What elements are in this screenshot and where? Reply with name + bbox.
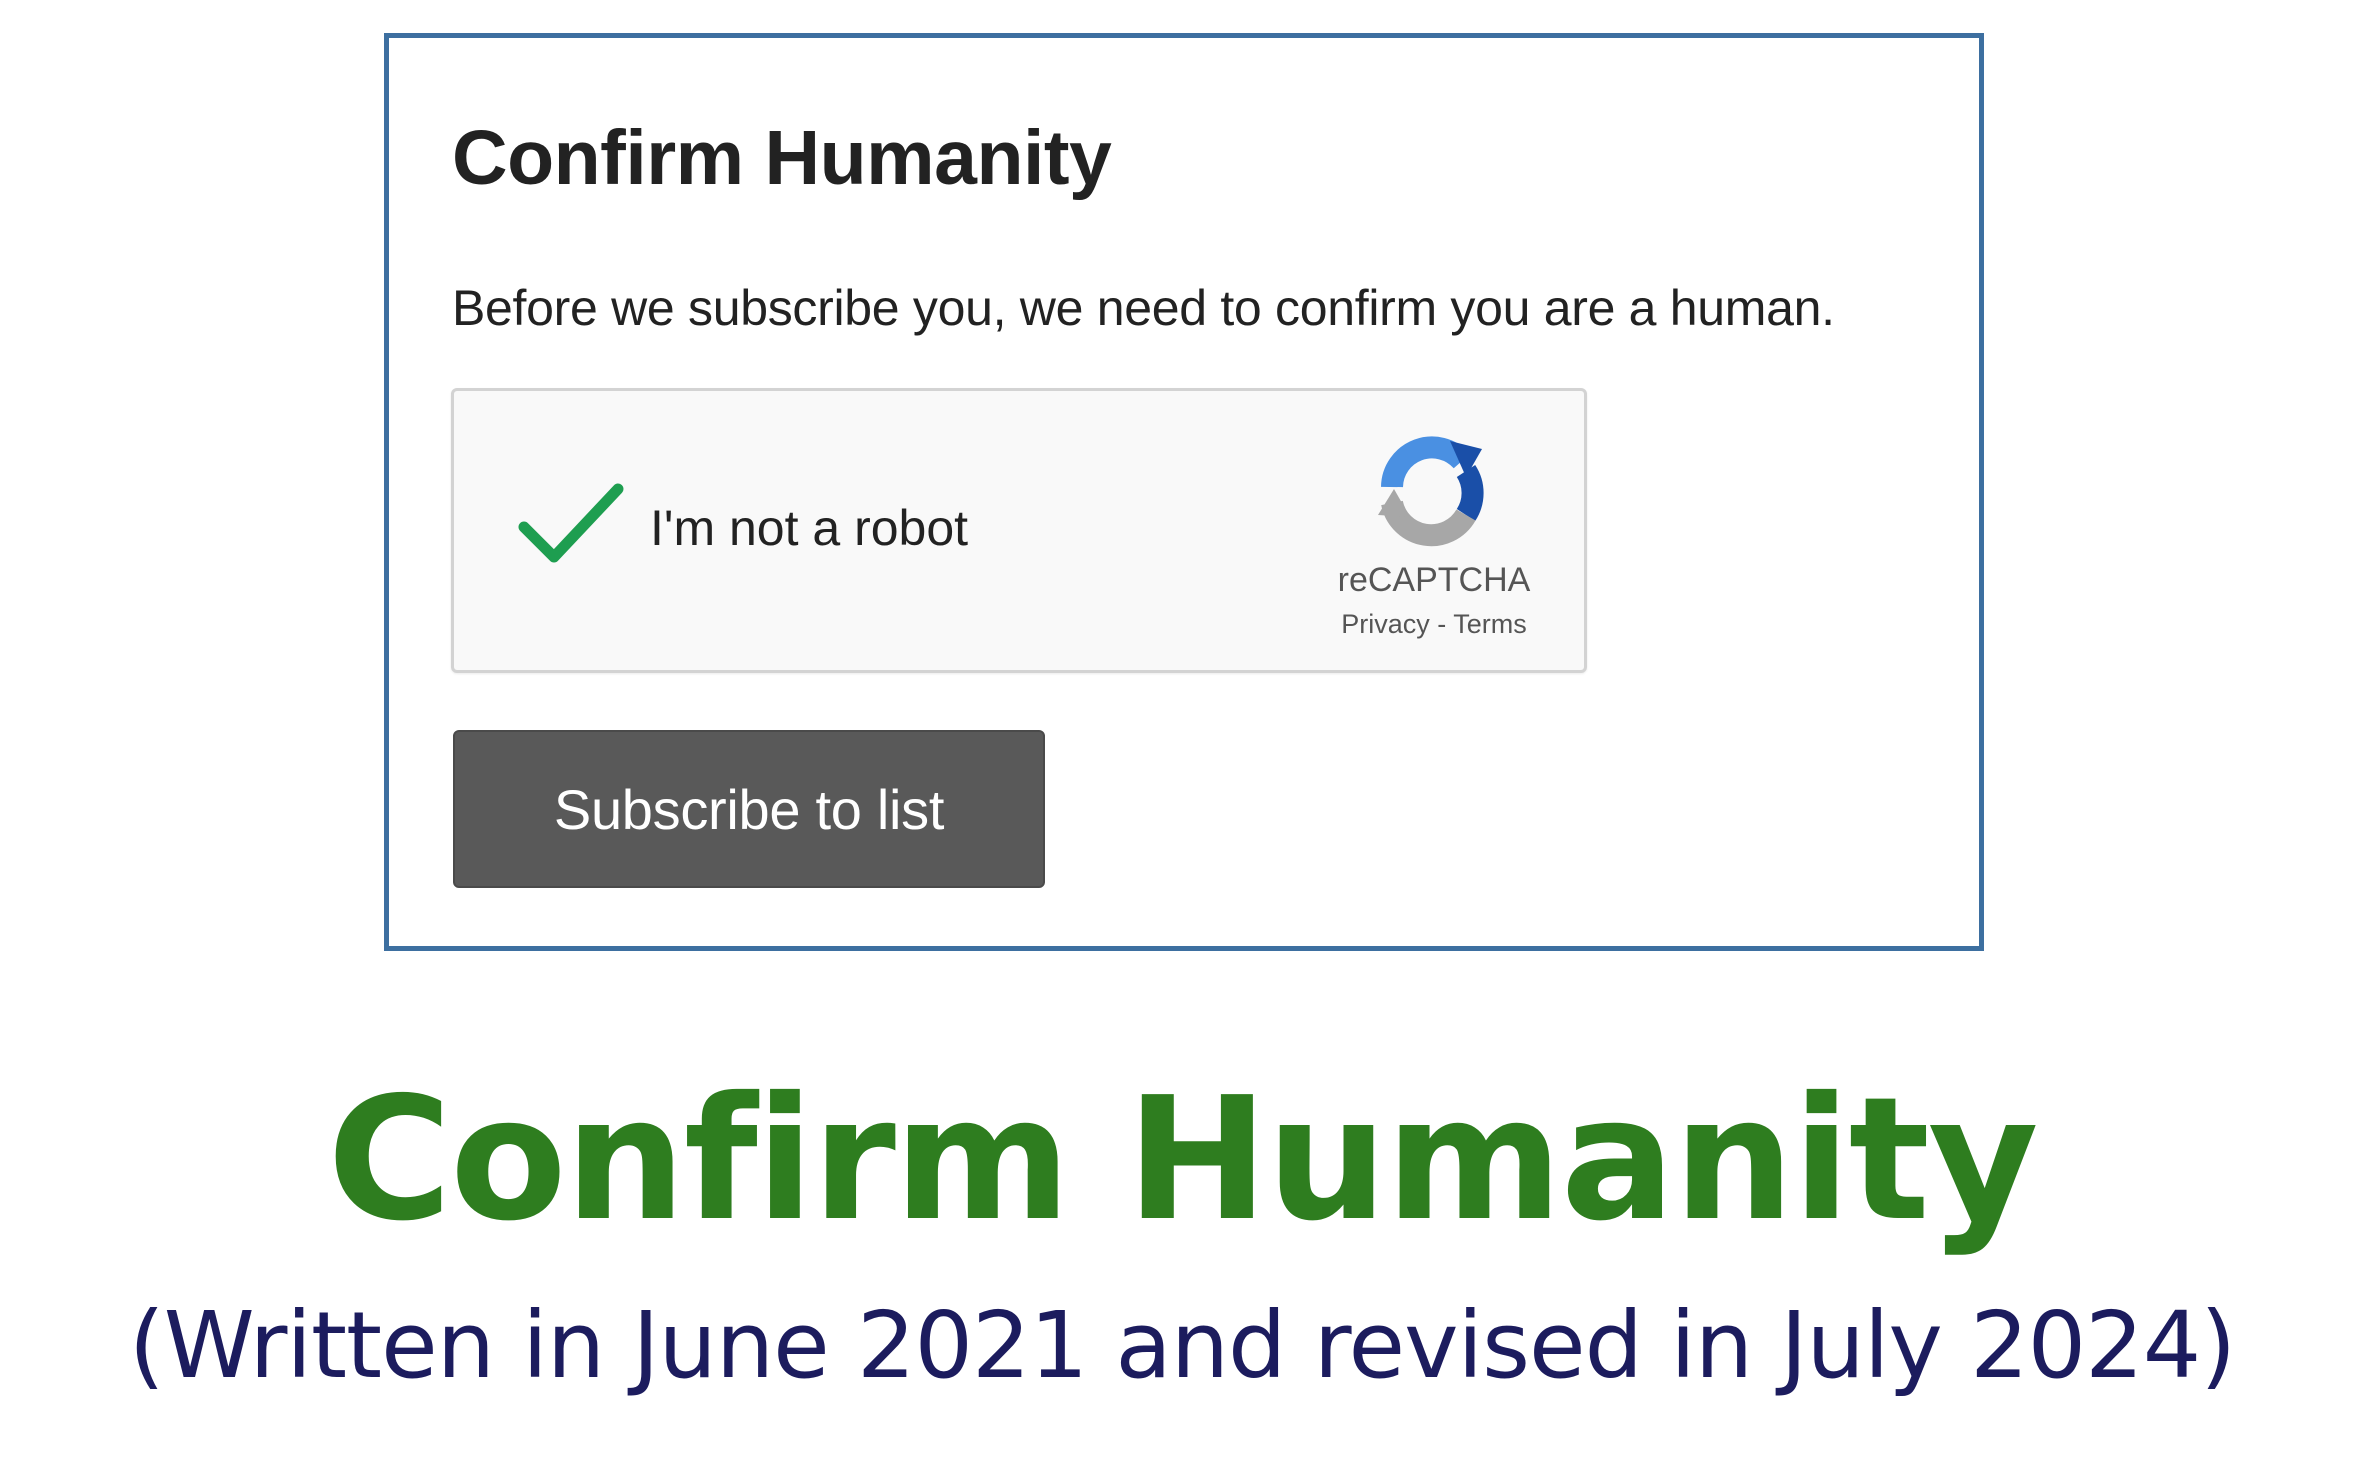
privacy-link[interactable]: Privacy [1341,609,1430,639]
captcha-label: I'm not a robot [650,500,969,556]
recaptcha-widget[interactable]: I'm not a robot reCAPTCHA Privacy - Term… [451,388,1587,673]
check-icon[interactable] [516,479,626,569]
recaptcha-brand: reCAPTCHA [1337,561,1531,599]
dialog-title: Confirm Humanity [452,115,1112,201]
recaptcha-logo-icon [1378,436,1484,547]
recaptcha-links: Privacy - Terms [1324,611,1544,638]
caption-subtitle: (Written in June 2021 and revised in Jul… [128,1292,2236,1399]
subscribe-button[interactable]: Subscribe to list [453,730,1045,888]
caption-title: Confirm Humanity [327,1061,2039,1259]
screenshot-frame: Confirm Humanity Before we subscribe you… [384,33,1984,951]
dialog-description: Before we subscribe you, we need to conf… [452,280,1835,336]
link-separator: - [1429,609,1454,639]
terms-link[interactable]: Terms [1453,609,1527,639]
